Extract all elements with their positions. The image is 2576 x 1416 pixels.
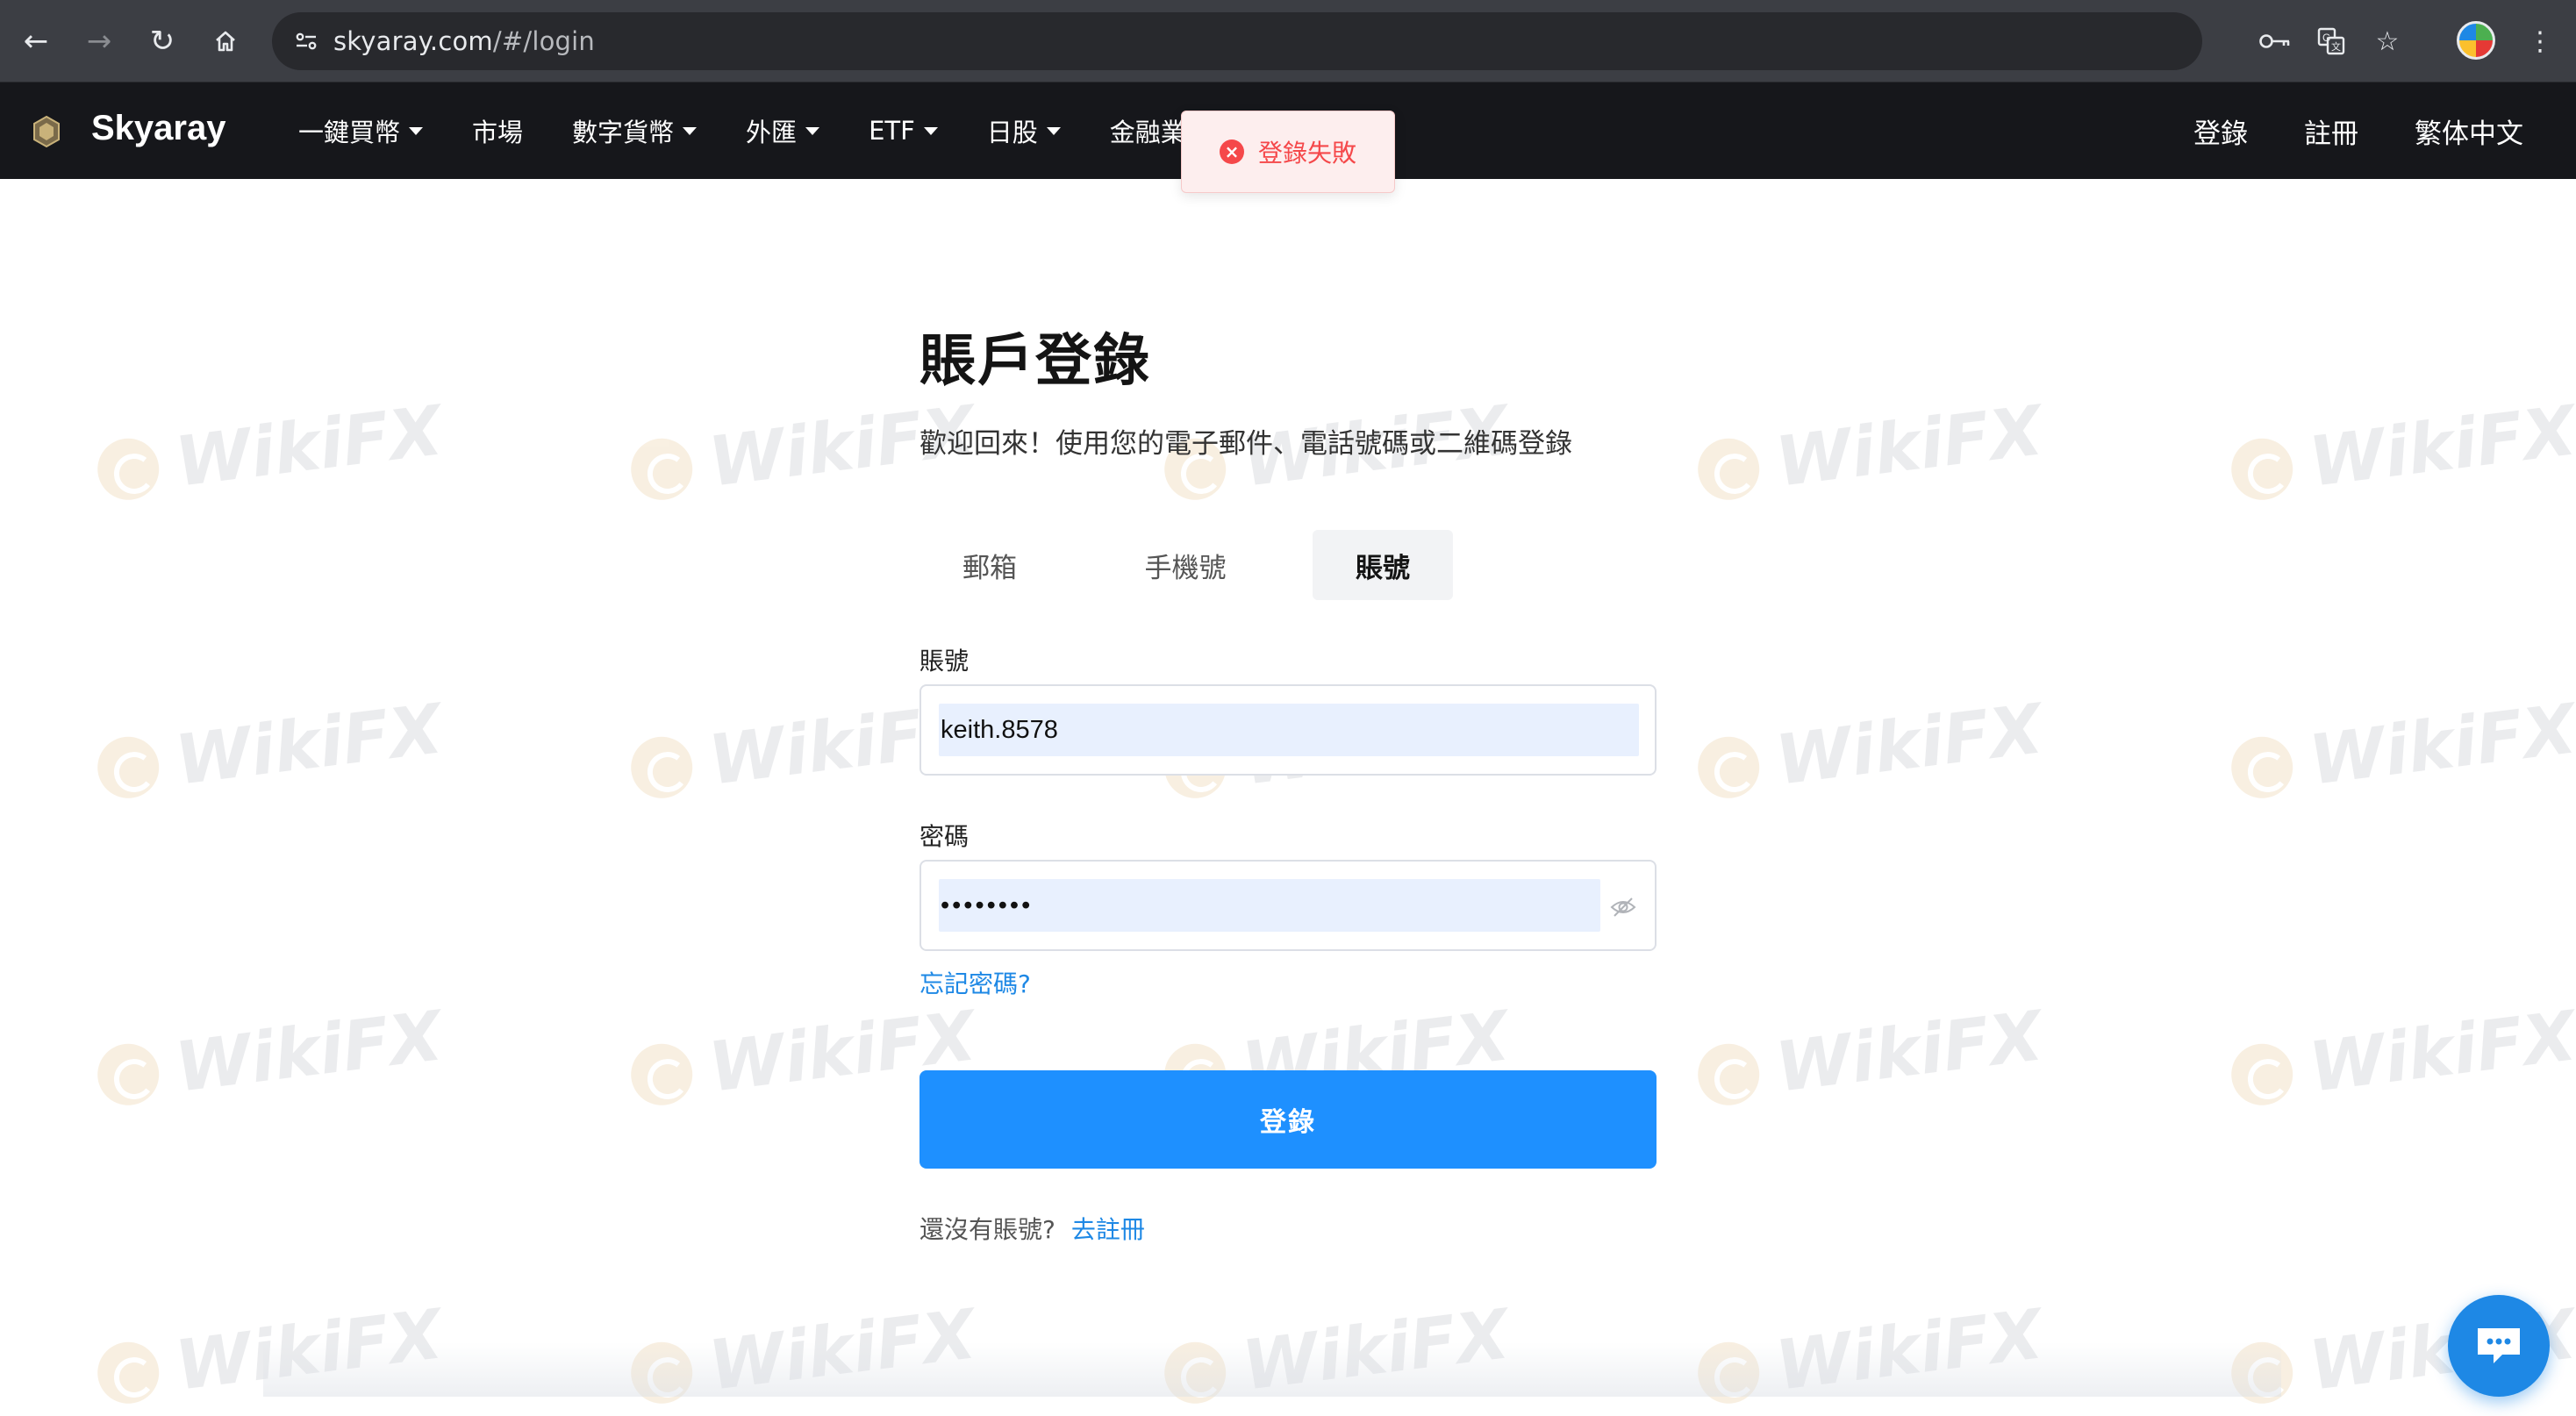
watermark: WikiFX [2227, 690, 2576, 810]
tab-phone[interactable]: 手機號 [1102, 530, 1269, 600]
watermark-logo-icon [2228, 1040, 2297, 1109]
login-submit-button[interactable]: 登錄 [919, 1070, 1657, 1169]
password-field[interactable]: •••••••• [919, 860, 1657, 951]
password-input[interactable]: •••••••• [939, 879, 1600, 932]
translate-icon[interactable]: G文 [2308, 18, 2355, 65]
chat-support-icon[interactable] [2448, 1295, 2550, 1397]
toast-message: 登錄失敗 [1257, 139, 1356, 168]
watermark-text: WikiFX [2305, 690, 2576, 801]
nav-label: 外匯 [746, 118, 798, 147]
page-title: 賬戶登錄 [919, 329, 1151, 394]
url-host: skyaray.com [333, 26, 493, 56]
nav-item-etf[interactable]: ETF [869, 116, 938, 146]
caret-down-icon [805, 126, 820, 135]
account-field[interactable]: keith.8578 [919, 684, 1657, 776]
watermark-logo-icon [94, 733, 163, 802]
signup-prompt: 還沒有賬號? 去註冊 [919, 1211, 1145, 1246]
nav-label: 日股 [986, 118, 1038, 147]
watermark-text: WikiFX [1771, 997, 2047, 1108]
watermark-logo-icon [1694, 434, 1764, 504]
nav-label: 數字貨幣 [572, 118, 675, 147]
watermark-text: WikiFX [171, 391, 447, 503]
nav-item-crypto[interactable]: 數字貨幣 [572, 112, 698, 149]
watermark-logo-icon [1694, 733, 1764, 802]
header-actions: 登錄 註冊 繁体中文 [2137, 82, 2523, 179]
bottom-fade [263, 1342, 2281, 1397]
watermark-text: WikiFX [1771, 690, 2047, 801]
caret-down-icon [409, 126, 424, 135]
watermark: WikiFX [93, 690, 447, 810]
header-login-link[interactable]: 登錄 [2193, 111, 2248, 151]
nav-label: 金融業 [1109, 118, 1186, 147]
tab-email[interactable]: 郵箱 [919, 530, 1060, 600]
nav-item-jp-stocks[interactable]: 日股 [987, 112, 1061, 149]
caret-down-icon [683, 126, 698, 135]
account-input[interactable]: keith.8578 [939, 704, 1639, 756]
url-text[interactable]: skyaray.com/#/login [333, 26, 595, 56]
error-circle-icon: × [1219, 139, 1244, 164]
header-register-link[interactable]: 註冊 [2304, 111, 2358, 151]
watermark-logo-icon [94, 1338, 163, 1407]
watermark-logo-icon [94, 434, 163, 504]
account-field-label: 賬號 [919, 647, 970, 676]
brand-logo-icon[interactable] [30, 114, 63, 149]
no-account-text: 還沒有賬號? [919, 1215, 1055, 1244]
svg-text:G: G [2322, 32, 2330, 44]
caret-down-icon [1046, 126, 1061, 135]
eye-hidden-icon[interactable] [1609, 893, 1637, 921]
watermark: WikiFX [2227, 391, 2576, 511]
nav-label: 一鍵買幣 [298, 118, 401, 147]
page-subtitle: 歡迎回來！使用您的電子郵件、電話號碼或二維碼登錄 [919, 428, 1572, 460]
svg-text:文: 文 [2331, 40, 2341, 53]
nav-item-finance[interactable]: 金融業 [1110, 112, 1186, 149]
login-form: 賬戶登錄 歡迎回來！使用您的電子郵件、電話號碼或二維碼登錄 郵箱 手機號 賬號 … [919, 316, 1657, 1244]
watermark: WikiFX [93, 391, 447, 511]
watermark: WikiFX [1693, 690, 2047, 810]
browser-menu-icon[interactable]: ⋮ [2516, 18, 2564, 65]
watermark-logo-icon [2228, 733, 2297, 802]
reload-icon[interactable]: ↻ [139, 18, 186, 65]
watermark: WikiFX [1693, 391, 2047, 511]
bookmark-star-icon[interactable]: ☆ [2364, 18, 2411, 65]
watermark-logo-icon [627, 733, 697, 802]
forgot-password-link[interactable]: 忘記密碼? [919, 965, 1031, 1000]
forward-arrow-icon[interactable]: → [75, 18, 123, 65]
address-bar[interactable]: skyaray.com/#/login [272, 12, 2202, 70]
watermark: WikiFX [93, 997, 447, 1117]
watermark-text: WikiFX [2305, 391, 2576, 503]
nav-item-buy-crypto[interactable]: 一鍵買幣 [298, 112, 424, 149]
password-key-icon[interactable] [2251, 18, 2299, 65]
nav-label: 市場 [472, 118, 524, 147]
watermark-logo-icon [2228, 434, 2297, 504]
nav-item-market[interactable]: 市場 [472, 112, 523, 149]
watermark-logo-icon [94, 1040, 163, 1109]
watermark-text: WikiFX [171, 690, 447, 801]
caret-down-icon [923, 126, 938, 135]
watermark-text: WikiFX [171, 997, 447, 1108]
watermark-logo-icon [1694, 1040, 1764, 1109]
main-nav: 一鍵買幣 市場 數字貨幣 外匯 ETF 日股 金融業 [298, 82, 1235, 179]
tab-account[interactable]: 賬號 [1313, 530, 1453, 600]
profile-avatar[interactable] [2457, 21, 2495, 60]
watermark-text: WikiFX [1771, 391, 2047, 503]
watermark-text: WikiFX [2305, 997, 2576, 1108]
login-method-tabs: 郵箱 手機號 賬號 [919, 530, 1657, 600]
go-register-link[interactable]: 去註冊 [1071, 1215, 1145, 1244]
nav-item-forex[interactable]: 外匯 [746, 112, 820, 149]
back-arrow-icon[interactable]: ← [12, 18, 60, 65]
watermark-logo-icon [627, 434, 697, 504]
site-settings-icon[interactable] [279, 12, 333, 70]
home-icon[interactable] [202, 18, 249, 65]
watermark-logo-icon [627, 1040, 697, 1109]
language-switcher[interactable]: 繁体中文 [2415, 111, 2523, 151]
brand-name[interactable]: Skyaray [91, 109, 225, 148]
nav-label: ETF [869, 116, 915, 146]
watermark: WikiFX [1693, 997, 2047, 1117]
url-path: /#/login [492, 26, 595, 56]
password-field-label: 密碼 [919, 822, 970, 851]
watermark: WikiFX [2227, 997, 2576, 1117]
error-toast: × 登錄失敗 [1181, 111, 1395, 193]
browser-chrome: ← → ↻ skyaray.com/#/login G文 ☆ ⋮ [0, 0, 2576, 82]
